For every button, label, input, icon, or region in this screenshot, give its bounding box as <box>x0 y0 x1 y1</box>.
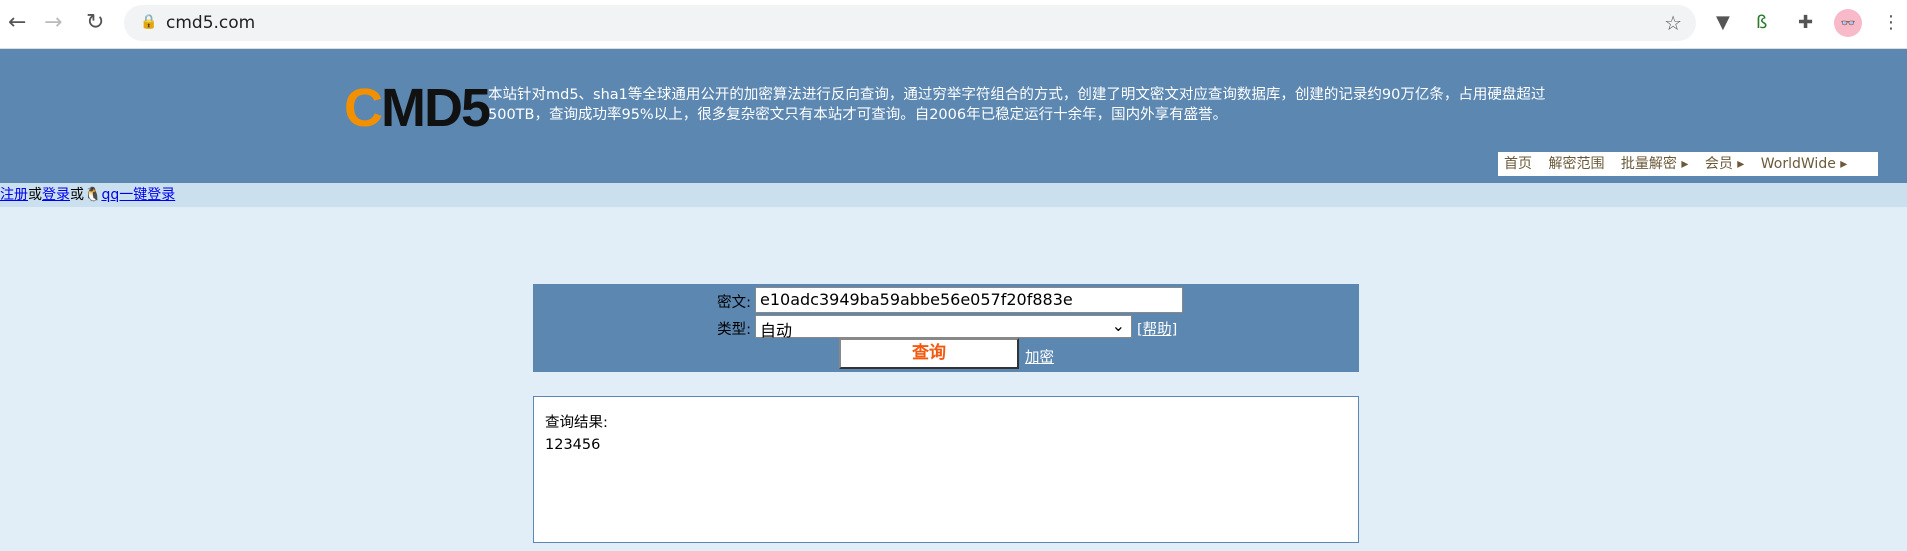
bookmark-star-icon[interactable]: ☆ <box>1664 11 1682 35</box>
qq-penguin-icon: 🐧 <box>84 187 102 203</box>
register-link[interactable]: 注册 <box>0 187 28 203</box>
result-panel: 查询结果: 123456 <box>533 396 1359 543</box>
help-link[interactable]: [帮助] <box>1137 318 1177 339</box>
site-description: 本站针对md5、sha1等全球通用公开的加密算法进行反向查询，通过穷举字符组合的… <box>488 87 1546 123</box>
chevron-down-icon: ⌄ <box>1111 316 1125 335</box>
lock-icon: 🔒 <box>140 14 158 30</box>
menu-kebab-icon[interactable]: ⋮ <box>1882 12 1900 33</box>
type-select[interactable]: 自动 ⌄ <box>755 315 1132 340</box>
reload-icon[interactable]: ↻ <box>86 10 104 35</box>
or-text: 或 <box>28 187 42 203</box>
top-menu: 首页 解密范围 批量解密 ▸ 会员 ▸ WorldWide ▸ <box>1498 152 1878 176</box>
extension-v-icon[interactable]: ▼ <box>1716 12 1730 33</box>
query-button[interactable]: 查询 <box>839 338 1019 369</box>
menu-home[interactable]: 首页 <box>1504 156 1532 172</box>
url-text[interactable]: cmd5.com <box>166 13 255 33</box>
cipher-input[interactable]: e10adc3949ba59abbe56e057f20f883e <box>755 287 1183 313</box>
cipher-label: 密文: <box>717 295 751 311</box>
encrypt-link[interactable]: 加密 <box>1025 346 1054 367</box>
menu-scope[interactable]: 解密范围 <box>1548 156 1604 172</box>
login-link[interactable]: 登录 <box>42 187 70 203</box>
extension-icon[interactable]: ß <box>1756 12 1767 33</box>
menu-member[interactable]: 会员 ▸ <box>1705 156 1744 172</box>
browser-toolbar: ← → ↻ 🔒 cmd5.com ☆ ▼ ß ✚ 👓 ⋮ <box>0 0 1907 49</box>
qq-login-link[interactable]: qq一键登录 <box>101 187 175 203</box>
query-form: 密文: e10adc3949ba59abbe56e057f20f883e 类型:… <box>533 284 1359 372</box>
or-text: 或 <box>70 187 84 203</box>
extensions-puzzle-icon[interactable]: ✚ <box>1798 12 1813 33</box>
back-icon[interactable]: ← <box>8 10 26 35</box>
forward-icon[interactable]: → <box>44 10 62 35</box>
cmd5-logo[interactable]: CMD5 <box>344 77 491 139</box>
avatar[interactable]: 👓 <box>1834 9 1862 37</box>
menu-batch[interactable]: 批量解密 ▸ <box>1621 156 1688 172</box>
result-title: 查询结果: <box>545 415 608 431</box>
address-bar[interactable]: 🔒 cmd5.com ☆ <box>124 5 1696 41</box>
result-value: 123456 <box>545 437 601 453</box>
menu-worldwide[interactable]: WorldWide ▸ <box>1761 156 1848 172</box>
site-header: CMD5 本站针对md5、sha1等全球通用公开的加密算法进行反向查询，通过穷举… <box>0 49 1907 183</box>
type-label: 类型: <box>717 322 751 338</box>
login-strip: 注册或登录或🐧qq一键登录 <box>0 183 1907 207</box>
